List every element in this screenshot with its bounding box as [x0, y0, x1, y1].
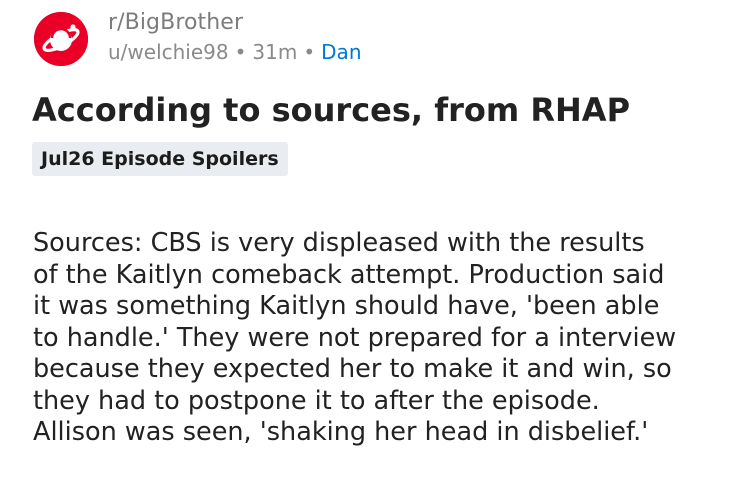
post-body-line: Sources: CBS is very displeased with the…: [33, 228, 645, 258]
subreddit-planet-icon[interactable]: [34, 12, 88, 66]
post-body-line: Allison was seen, 'shaking her head in d…: [33, 417, 649, 447]
post-age: 31m: [252, 40, 298, 64]
planet-icon: [34, 12, 88, 66]
post-body-line: they had to postpone it to after the epi…: [33, 385, 600, 416]
post-byline: u/welchie98 • 31m • Dan: [108, 38, 362, 66]
author-name[interactable]: u/welchie98: [108, 40, 229, 64]
post-meta: r/BigBrother u/welchie98 • 31m • Dan: [108, 8, 362, 66]
post-body-line: because they expected her to make it and…: [33, 354, 672, 384]
author-flair: Dan: [321, 40, 362, 64]
separator-dot: •: [303, 40, 316, 64]
link-flair-badge[interactable]: Jul26 Episode Spoilers: [32, 142, 288, 176]
post-body-line: to handle.' They were not prepared for a…: [33, 322, 677, 353]
separator-dot: •: [234, 40, 247, 64]
post-body-line: it was something Kaitlyn should have, 'b…: [33, 291, 660, 321]
reddit-post: r/BigBrother u/welchie98 • 31m • Dan Accordi…: [0, 0, 750, 497]
post-title[interactable]: According to sources, from RHAP: [32, 88, 630, 132]
subreddit-name[interactable]: r/BigBrother: [108, 8, 362, 38]
post-body: Sources: CBS is very displeased with the…: [33, 228, 733, 449]
post-body-line: of the Kaitlyn comeback attempt. Product…: [33, 259, 665, 290]
